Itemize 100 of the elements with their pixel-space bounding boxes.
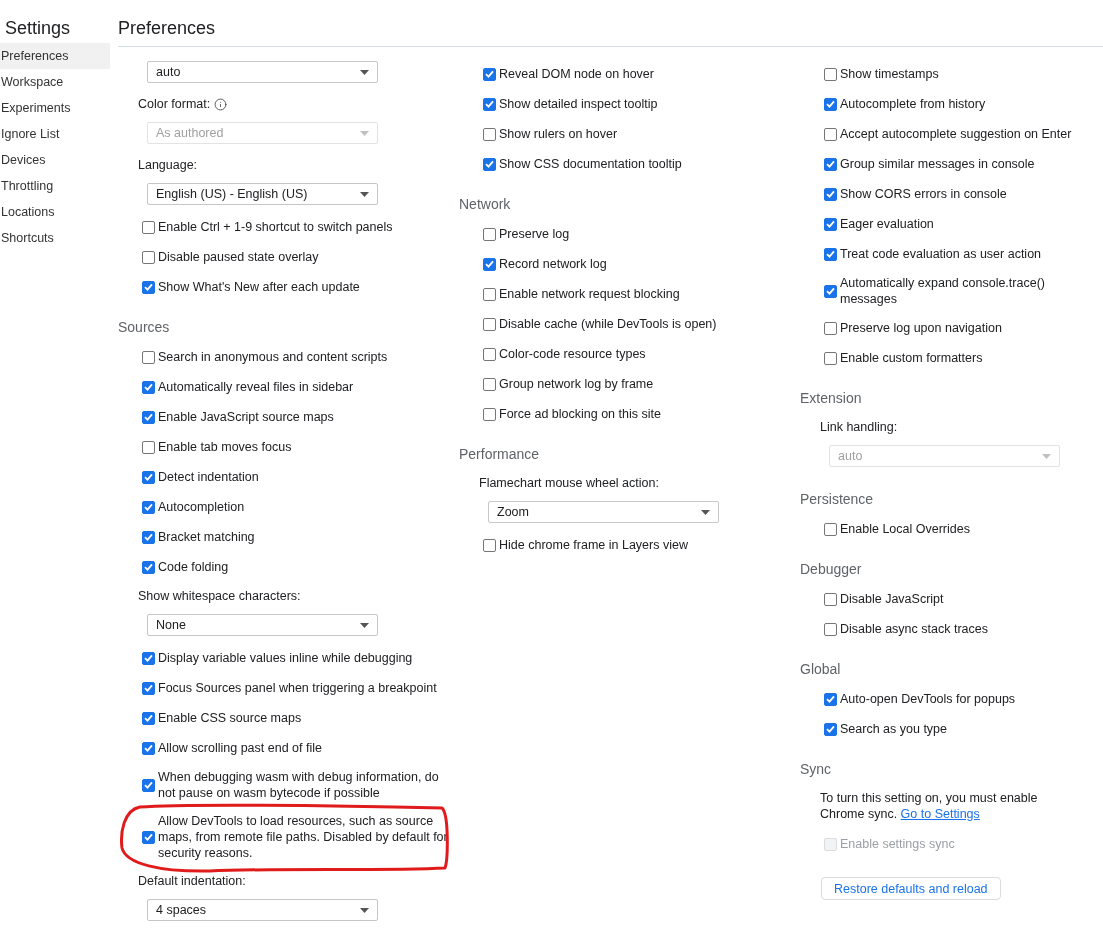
- checkbox[interactable]: [824, 592, 837, 606]
- dropdown-caret-icon: [360, 622, 369, 628]
- checkbox[interactable]: [142, 380, 155, 394]
- checkbox[interactable]: [824, 127, 837, 141]
- sidebar-item[interactable]: Locations: [0, 199, 110, 225]
- checkbox[interactable]: [483, 287, 496, 301]
- checkbox[interactable]: [483, 317, 496, 331]
- checkbox[interactable]: [483, 377, 496, 391]
- checkbox-label: Disable async stack traces: [840, 621, 988, 637]
- checkbox-label: Group similar messages in console: [840, 156, 1035, 172]
- checkbox-label: Enable CSS source maps: [158, 710, 302, 726]
- dropdown[interactable]: Zoom: [488, 501, 719, 523]
- checkbox-label: Enable custom formatters: [840, 350, 983, 366]
- dropdown[interactable]: auto: [147, 61, 378, 83]
- sidebar-item[interactable]: Throttling: [0, 173, 110, 199]
- sidebar-item[interactable]: Experiments: [0, 95, 110, 121]
- checkbox[interactable]: [483, 157, 496, 171]
- checkbox[interactable]: [142, 741, 155, 755]
- sidebar-item[interactable]: Shortcuts: [0, 225, 110, 251]
- checkbox[interactable]: [142, 778, 155, 792]
- checkbox-label: Eager evaluation: [840, 216, 934, 232]
- dropdown-caret-icon: [360, 907, 369, 913]
- section-heading: Sync: [800, 760, 833, 779]
- checkbox[interactable]: [483, 97, 496, 111]
- page-title: Preferences: [118, 0, 1103, 47]
- checkbox[interactable]: [142, 220, 155, 234]
- checkbox-label: Show What's New after each update: [158, 279, 360, 295]
- checkbox[interactable]: [483, 407, 496, 421]
- checkbox-label: Show CORS errors in console: [840, 186, 1007, 202]
- checkbox[interactable]: [142, 250, 155, 264]
- checkbox[interactable]: [142, 711, 155, 725]
- dropdown-caret-icon: [360, 69, 369, 75]
- checkbox[interactable]: [824, 67, 837, 81]
- checkbox[interactable]: [142, 651, 155, 665]
- sidebar-item[interactable]: Preferences: [0, 43, 110, 69]
- section-heading: Sources: [118, 318, 171, 337]
- checkbox[interactable]: [483, 227, 496, 241]
- checkbox[interactable]: [483, 257, 496, 271]
- checkbox[interactable]: [824, 284, 837, 298]
- checkbox[interactable]: [483, 67, 496, 81]
- checkbox-label: Enable settings sync: [840, 836, 955, 852]
- sidebar-item[interactable]: Ignore List: [0, 121, 110, 147]
- checkbox[interactable]: [142, 830, 155, 844]
- checkbox[interactable]: [824, 522, 837, 536]
- section-heading: Global: [800, 660, 842, 679]
- checkbox[interactable]: [824, 187, 837, 201]
- checkbox-label: Enable tab moves focus: [158, 439, 292, 455]
- checkbox[interactable]: [824, 692, 837, 706]
- section-heading: Performance: [459, 445, 541, 464]
- checkbox[interactable]: [824, 321, 837, 335]
- checkbox[interactable]: [142, 350, 155, 364]
- checkbox[interactable]: [142, 560, 155, 574]
- checkbox[interactable]: [824, 722, 837, 736]
- checkbox[interactable]: [824, 351, 837, 365]
- checkbox[interactable]: [142, 681, 155, 695]
- checkbox-label: Disable cache (while DevTools is open): [499, 316, 717, 332]
- checkbox[interactable]: [483, 347, 496, 361]
- checkbox[interactable]: [483, 538, 496, 552]
- settings-link[interactable]: Go to Settings: [900, 807, 980, 821]
- checkbox-label: Enable network request blocking: [499, 286, 680, 302]
- sidebar-item[interactable]: Workspace: [0, 69, 110, 95]
- checkbox[interactable]: [142, 470, 155, 484]
- checkbox[interactable]: [824, 97, 837, 111]
- app-title: Settings: [4, 17, 72, 40]
- checkbox[interactable]: [142, 500, 155, 514]
- checkbox-label: Automatically expand console.trace() messages: [840, 275, 1046, 307]
- checkbox[interactable]: [824, 622, 837, 636]
- checkbox-label: Disable paused state overlay: [158, 249, 319, 265]
- checkbox-label: Code folding: [158, 559, 229, 575]
- field-label: Show whitespace characters:: [138, 588, 301, 605]
- checkbox-label: Group network log by frame: [499, 376, 654, 392]
- sidebar-item[interactable]: Devices: [0, 147, 110, 173]
- checkbox[interactable]: [142, 410, 155, 424]
- checkbox-label: Auto-open DevTools for popups: [840, 691, 1016, 707]
- checkbox[interactable]: [483, 127, 496, 141]
- restore-defaults-button[interactable]: Restore defaults and reload: [821, 877, 1001, 900]
- checkbox[interactable]: [142, 440, 155, 454]
- checkbox-label: Show CSS documentation tooltip: [499, 156, 682, 172]
- checkbox-label: Hide chrome frame in Layers view: [499, 537, 688, 553]
- section-heading: Debugger: [800, 560, 863, 579]
- section-heading: Extension: [800, 389, 863, 408]
- dropdown-caret-icon: [360, 130, 369, 136]
- checkbox[interactable]: [142, 530, 155, 544]
- checkbox[interactable]: [824, 247, 837, 261]
- checkbox-label: Show timestamps: [840, 66, 939, 82]
- checkbox-label: Accept autocomplete suggestion on Enter: [840, 126, 1072, 142]
- checkbox-label: Disable JavaScript: [840, 591, 944, 607]
- checkbox-label: Allow DevTools to load resources, such as source maps, from remote file paths. Disabled by default for security reasons.: [158, 813, 449, 861]
- checkbox-label: Enable Local Overrides: [840, 521, 970, 537]
- dropdown-caret-icon: [701, 509, 710, 515]
- checkbox-label: Color-code resource types: [499, 346, 646, 362]
- checkbox[interactable]: [824, 157, 837, 171]
- dropdown[interactable]: English (US) - English (US): [147, 183, 378, 205]
- checkbox-label: Treat code evaluation as user action: [840, 246, 1042, 262]
- checkbox[interactable]: [824, 217, 837, 231]
- dropdown-caret-icon: [1042, 453, 1051, 459]
- dropdown[interactable]: None: [147, 614, 378, 636]
- checkbox-label: Reveal DOM node on hover: [499, 66, 654, 82]
- checkbox[interactable]: [142, 280, 155, 294]
- dropdown[interactable]: 4 spaces: [147, 899, 378, 921]
